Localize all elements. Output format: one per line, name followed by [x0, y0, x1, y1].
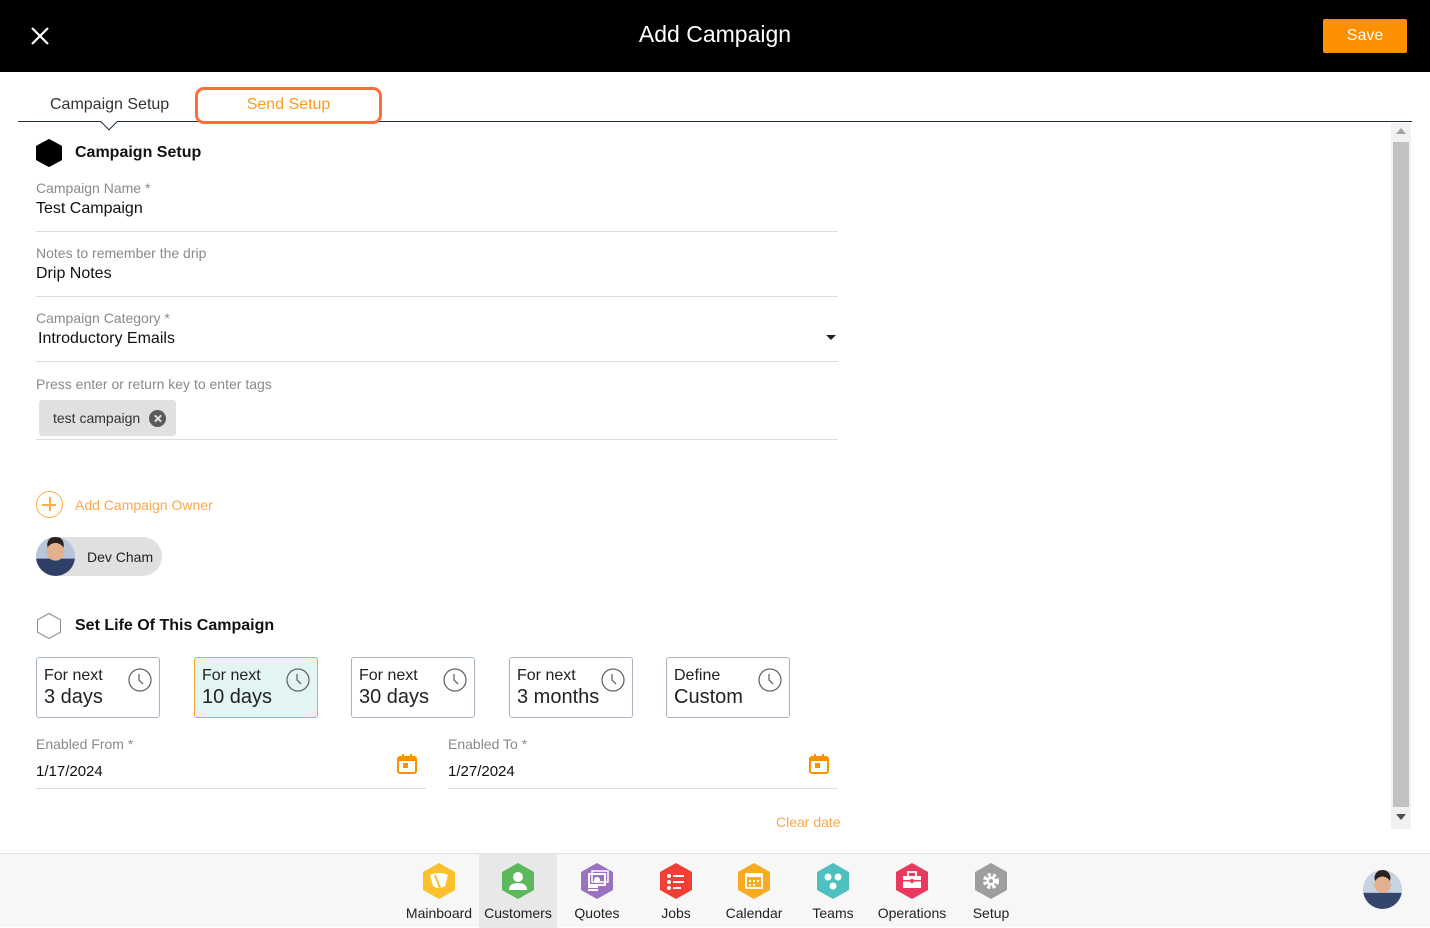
category-value: Introductory Emails: [38, 330, 175, 347]
clock-icon: [128, 668, 152, 692]
clock-icon: [443, 668, 467, 692]
notes-input[interactable]: Drip Notes: [36, 265, 838, 283]
nav-item-teams[interactable]: Teams: [794, 854, 872, 928]
life-option-30-days[interactable]: For next 30 days: [351, 657, 475, 718]
remove-tag-icon[interactable]: [149, 409, 167, 427]
nav-label: Customers: [484, 905, 552, 921]
nav-label: Calendar: [725, 905, 783, 921]
life-option-custom[interactable]: Define Custom: [666, 657, 790, 718]
teams-icon: [817, 863, 849, 899]
customer-icon: [502, 863, 534, 899]
scroll-thumb[interactable]: [1393, 142, 1409, 807]
nav-item-quotes[interactable]: Quotes: [558, 854, 636, 928]
clock-icon: [286, 668, 310, 692]
avatar: [36, 537, 75, 576]
tag-label: test campaign: [53, 410, 141, 426]
clock-icon: [758, 668, 782, 692]
top-bar: Add Campaign Save: [0, 0, 1430, 72]
campaign-setup-heading: Campaign Setup: [36, 139, 201, 167]
calendar-icon[interactable]: [396, 753, 418, 775]
campaign-name-label: Campaign Name *: [36, 180, 151, 196]
nav-label: Setup: [972, 905, 1010, 921]
user-avatar[interactable]: [1363, 870, 1402, 909]
life-option-3-days[interactable]: For next 3 days: [36, 657, 160, 718]
notes-field[interactable]: Notes to remember the drip Drip Notes: [36, 245, 838, 297]
mainboard-icon: [423, 863, 455, 899]
notes-label: Notes to remember the drip: [36, 245, 207, 261]
campaign-name-input[interactable]: Test Campaign: [36, 200, 838, 218]
quotes-icon: [581, 863, 613, 899]
life-heading: Set Life Of This Campaign: [36, 612, 274, 640]
clock-icon: [601, 668, 625, 692]
section-title: Campaign Setup: [75, 144, 202, 161]
hexagon-filled-icon: [36, 139, 62, 167]
campaign-category-select[interactable]: Campaign Category * Introductory Emails: [36, 310, 838, 362]
enabled-from-label: Enabled From *: [36, 736, 134, 752]
owner-chip[interactable]: Dev Cham: [36, 537, 162, 576]
chevron-down-icon[interactable]: [826, 335, 836, 340]
nav-label: Mainboard: [405, 905, 473, 921]
enabled-to-field[interactable]: Enabled To * 1/27/2024: [448, 736, 838, 789]
tags-field[interactable]: Press enter or return key to enter tags …: [36, 376, 838, 440]
setup-icon: [975, 863, 1007, 899]
nav-label: Jobs: [661, 905, 691, 921]
bottom-navigation: Mainboard Customers Quotes Jobs Calendar…: [0, 853, 1430, 928]
calendar-icon[interactable]: [808, 753, 830, 775]
vertical-scrollbar[interactable]: [1391, 123, 1411, 829]
tab-send-setup[interactable]: Send Setup: [195, 87, 382, 124]
nav-label: Operations: [877, 905, 947, 921]
active-tab-indicator: [100, 113, 118, 131]
hexagon-outline-icon: [37, 612, 61, 640]
add-owner-label: Add Campaign Owner: [75, 496, 213, 513]
category-label: Campaign Category *: [36, 310, 170, 326]
campaign-name-field[interactable]: Campaign Name * Test Campaign: [36, 180, 838, 232]
tags-label: Press enter or return key to enter tags: [36, 376, 272, 392]
save-button[interactable]: Save: [1323, 19, 1407, 53]
owner-name: Dev Cham: [87, 548, 154, 565]
enabled-from-input[interactable]: 1/17/2024: [36, 763, 426, 780]
nav-item-setup[interactable]: Setup: [952, 854, 1030, 928]
nav-label: Quotes: [574, 905, 620, 921]
tab-campaign-setup[interactable]: Campaign Setup: [50, 96, 169, 114]
scroll-up-arrow-icon[interactable]: [1396, 128, 1406, 134]
nav-item-calendar[interactable]: Calendar: [715, 854, 793, 928]
add-campaign-owner-button[interactable]: Add Campaign Owner: [36, 491, 213, 518]
section-title: Set Life Of This Campaign: [75, 617, 275, 634]
life-option-10-days[interactable]: For next 10 days: [194, 657, 318, 718]
nav-item-operations[interactable]: Operations: [873, 854, 951, 928]
life-option-3-months[interactable]: For next 3 months: [509, 657, 633, 718]
tag-chip: test campaign: [39, 400, 177, 436]
tab-bar: Campaign Setup Send Setup: [18, 72, 1412, 131]
operations-icon: [896, 863, 928, 899]
clear-date-link[interactable]: Clear date: [776, 814, 841, 830]
plus-circle-icon: [36, 491, 63, 518]
enabled-to-input[interactable]: 1/27/2024: [448, 763, 838, 780]
enabled-from-field[interactable]: Enabled From * 1/17/2024: [36, 736, 426, 789]
nav-label: Teams: [812, 905, 854, 921]
nav-item-jobs[interactable]: Jobs: [637, 854, 715, 928]
nav-item-customers[interactable]: Customers: [479, 854, 557, 928]
nav-item-mainboard[interactable]: Mainboard: [400, 854, 478, 928]
calendar-icon: [738, 863, 770, 899]
jobs-icon: [660, 863, 692, 899]
enabled-to-label: Enabled To *: [448, 736, 528, 752]
scroll-down-arrow-icon[interactable]: [1396, 814, 1406, 820]
page-title: Add Campaign: [638, 21, 792, 47]
